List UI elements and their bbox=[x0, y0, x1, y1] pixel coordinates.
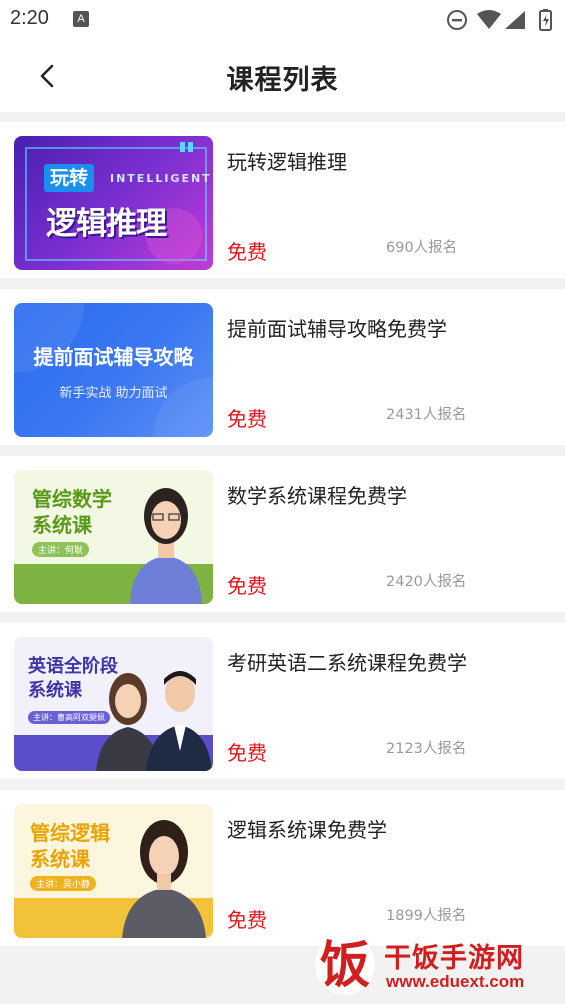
course-title: 提前面试辅导攻略免费学 bbox=[227, 317, 447, 341]
course-card-logic-reasoning[interactable]: 玩转 INTELLIGENT 逻辑推理 玩转逻辑推理 免费 690人报名 bbox=[0, 122, 565, 278]
thumbnail-title-2: 系统课 bbox=[28, 680, 82, 701]
course-price: 免费 bbox=[227, 741, 267, 765]
thumbnail-title-2: 系统课 bbox=[30, 847, 90, 871]
course-price: 免费 bbox=[227, 407, 267, 431]
course-card-english[interactable]: 英语全阶段 系统课 主讲：曹高阿双腿佩 考研英语二系统课程免费学 免费 2123… bbox=[0, 623, 565, 779]
course-card-logic-system[interactable]: 管综逻辑 系统课 主讲：吴小静 逻辑系统课免费学 免费 1899人报名 bbox=[0, 790, 565, 946]
course-thumbnail: 管综逻辑 系统课 主讲：吴小静 bbox=[14, 804, 213, 938]
thumbnail-subtitle: INTELLIGENT bbox=[110, 172, 212, 185]
course-title: 逻辑系统课免费学 bbox=[227, 818, 387, 842]
do-not-disturb-icon bbox=[447, 10, 467, 30]
thumbnail-subtitle: 新手实战 助力面试 bbox=[59, 386, 168, 401]
course-title: 玩转逻辑推理 bbox=[227, 150, 347, 174]
course-thumbnail: 英语全阶段 系统课 主讲：曹高阿双腿佩 bbox=[14, 637, 213, 771]
teacher-tag: 主讲：何耿 bbox=[32, 542, 90, 557]
thumbnail-title: 管综数学 bbox=[32, 487, 112, 511]
course-title: 考研英语二系统课程免费学 bbox=[227, 651, 467, 675]
teacher-tag: 主讲：吴小静 bbox=[30, 876, 97, 891]
status-icons bbox=[447, 9, 552, 31]
notification-icon: A bbox=[73, 11, 89, 27]
course-card-math[interactable]: 管综数学 系统课 主讲：何耿 数学系统课程免费学 免费 2420人报名 bbox=[0, 456, 565, 612]
course-price: 免费 bbox=[227, 574, 267, 598]
status-bar: 2:20 A bbox=[0, 0, 565, 40]
course-thumbnail: 管综数学 系统课 主讲：何耿 bbox=[14, 470, 213, 604]
enrollment-count: 2123人报名 bbox=[386, 741, 467, 757]
thumbnail-tag: 玩转 bbox=[44, 164, 95, 192]
battery-icon bbox=[539, 9, 552, 31]
thumbnail-title-2: 系统课 bbox=[32, 513, 92, 537]
page-title: 课程列表 bbox=[226, 65, 339, 96]
course-thumbnail: 提前面试辅导攻略 新手实战 助力面试 bbox=[14, 303, 213, 437]
course-price: 免费 bbox=[227, 908, 267, 932]
wifi-icon bbox=[477, 10, 501, 29]
enrollment-count: 2431人报名 bbox=[386, 407, 467, 423]
watermark-logo: 饭 bbox=[315, 935, 375, 995]
signal-icon bbox=[505, 11, 525, 29]
watermark-name: 干饭手游网 bbox=[384, 943, 524, 974]
course-card-interview[interactable]: 提前面试辅导攻略 新手实战 助力面试 提前面试辅导攻略免费学 免费 2431人报… bbox=[0, 289, 565, 445]
course-title: 数学系统课程免费学 bbox=[227, 484, 407, 508]
thumbnail-decoration bbox=[14, 303, 213, 437]
course-thumbnail: 玩转 INTELLIGENT 逻辑推理 bbox=[14, 136, 213, 270]
course-price: 免费 bbox=[227, 240, 267, 264]
app-bar: 课程列表 bbox=[0, 40, 565, 112]
teacher-photo bbox=[122, 820, 206, 938]
status-time: 2:20 bbox=[10, 7, 49, 29]
watermark-logo-char: 饭 bbox=[320, 936, 370, 994]
thumbnail-title: 管综逻辑 bbox=[30, 821, 110, 845]
thumbnail-title: 逻辑推理 bbox=[46, 206, 167, 242]
site-watermark: 饭 干饭手游网 www.eduext.com bbox=[308, 932, 558, 998]
teacher-photo bbox=[96, 671, 212, 771]
teacher-photo bbox=[130, 488, 202, 604]
watermark-url: www.eduext.com bbox=[386, 972, 525, 991]
enrollment-count: 690人报名 bbox=[386, 240, 458, 256]
thumbnail-title: 提前面试辅导攻略 bbox=[33, 345, 194, 369]
enrollment-count: 2420人报名 bbox=[386, 574, 467, 590]
enrollment-count: 1899人报名 bbox=[386, 908, 467, 924]
